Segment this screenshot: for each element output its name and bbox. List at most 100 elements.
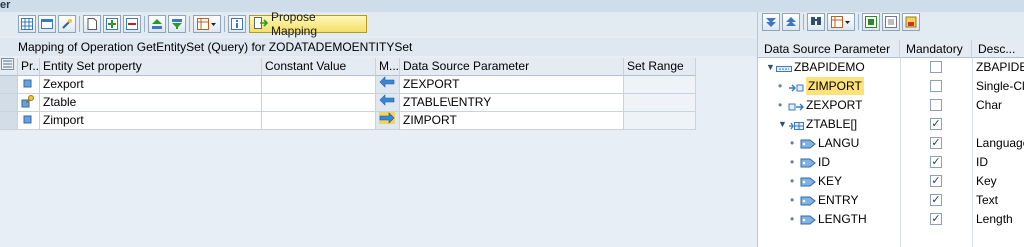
tree-row[interactable]: • ZEXPORT Char [758, 96, 1024, 114]
data-source-parameter-cell[interactable]: ZIMPORT [400, 112, 624, 130]
row-selector[interactable] [0, 94, 18, 112]
column-header-mandatory[interactable]: Mandatory [900, 40, 972, 58]
structure-icon [776, 58, 794, 76]
parameter-name[interactable]: LENGTH [818, 210, 867, 228]
tree-row[interactable]: • LANGU ✓ Language [758, 134, 1024, 152]
constant-value-cell[interactable] [262, 94, 376, 112]
mandatory-checkbox[interactable]: ✓ [930, 117, 942, 130]
data-source-header-row: Data Source Parameter Mandatory Desc... [758, 40, 1024, 58]
arrow-left-icon[interactable] [376, 76, 400, 94]
constant-value-cell[interactable] [262, 112, 376, 130]
mapping-panel: Propose Mapping Mapping of Operation Get… [0, 10, 757, 247]
set-range-cell[interactable] [624, 76, 696, 94]
data-source-panel: Data Source Parameter Mandatory Desc... … [757, 12, 1024, 247]
column-header-description[interactable]: Desc... [972, 40, 1024, 58]
row-selector[interactable] [0, 76, 18, 94]
data-source-parameter-cell[interactable]: ZEXPORT [400, 76, 624, 94]
tree-bullet-icon: • [790, 193, 795, 207]
data-source-toolbar [758, 12, 1024, 40]
mandatory-checkbox[interactable]: ✓ [930, 193, 942, 206]
mandatory-checkbox[interactable]: ✓ [930, 155, 942, 168]
select-all-icon[interactable] [0, 58, 18, 76]
propose-mapping-button[interactable]: Propose Mapping [249, 10, 367, 38]
mandatory-checkbox[interactable] [930, 60, 942, 73]
layout-icon[interactable] [193, 15, 221, 33]
tree-row[interactable]: ▼ ZBAPIDEMO ZBAPIDE [758, 58, 1024, 76]
toolbar-separator [803, 14, 804, 30]
table-header-row: Pr... Entity Set property Constant Value… [0, 58, 757, 76]
data-source-parameter-cell[interactable]: ZTABLE\ENTRY [400, 94, 624, 112]
new-document-icon[interactable] [83, 15, 101, 33]
parameter-name[interactable]: ZTABLE[] [806, 115, 857, 133]
column-header-constant-value[interactable]: Constant Value [262, 58, 376, 76]
field-icon [800, 134, 818, 152]
filter-icon[interactable] [168, 15, 186, 33]
tree-row[interactable]: ▼ ZTABLE[] ✓ [758, 115, 1024, 133]
find-icon[interactable] [807, 13, 825, 31]
tree-row[interactable]: • ENTRY ✓ Text [758, 191, 1024, 209]
entity-property-cell[interactable]: Zexport [40, 76, 262, 94]
tree-row[interactable]: • ZIMPORT Single-Cl [758, 77, 1024, 95]
parameter-name[interactable]: ENTRY [818, 191, 858, 209]
arrow-right-icon[interactable] [376, 112, 400, 130]
info-icon[interactable] [228, 15, 246, 33]
property-icon [18, 112, 40, 130]
expand-icon[interactable] [762, 13, 780, 31]
tree-row[interactable]: • LENGTH ✓ Length [758, 210, 1024, 228]
tree-row[interactable]: • KEY ✓ Key [758, 172, 1024, 190]
parameter-description: Single-Cl [976, 79, 1024, 93]
column-header-set-range[interactable]: Set Range [624, 58, 696, 76]
tree-bullet-icon: • [790, 155, 795, 169]
tree-bullet-icon: • [790, 212, 795, 226]
column-header-parameter[interactable]: Data Source Parameter [758, 40, 900, 58]
wizard-icon[interactable] [58, 15, 76, 33]
insert-row-icon[interactable] [103, 15, 121, 33]
parameter-name[interactable]: ZEXPORT [806, 96, 862, 114]
mandatory-cell [930, 96, 946, 114]
tree-bullet-icon: • [778, 98, 783, 112]
set-range-cell[interactable] [624, 94, 696, 112]
tree-row[interactable]: • ID ✓ ID [758, 153, 1024, 171]
set-range-cell[interactable] [624, 112, 696, 130]
toolbar-separator [189, 16, 190, 32]
expand-toggle-icon[interactable]: ▼ [766, 58, 776, 76]
mandatory-checkbox[interactable] [930, 98, 942, 111]
column-header-entity-property[interactable]: Entity Set property [40, 58, 262, 76]
collapse-icon[interactable] [782, 13, 800, 31]
mandatory-checkbox[interactable] [930, 79, 942, 92]
entity-property-cell[interactable]: Zimport [40, 112, 262, 130]
sort-ascending-icon[interactable] [148, 15, 166, 33]
mandatory-checkbox[interactable]: ✓ [930, 174, 942, 187]
grid-icon[interactable] [18, 15, 36, 33]
details-icon[interactable] [862, 13, 880, 31]
mandatory-cell: ✓ [930, 134, 946, 152]
export-icon[interactable] [902, 13, 920, 31]
mandatory-checkbox[interactable]: ✓ [930, 136, 942, 149]
table-row[interactable]: Zimport ZIMPORT [0, 112, 757, 130]
column-header-primary-key[interactable]: Pr... [18, 58, 40, 76]
table-view-icon[interactable] [38, 15, 56, 33]
parameter-name[interactable]: KEY [818, 172, 842, 190]
parameter-name[interactable]: ZIMPORT [806, 77, 864, 95]
mandatory-checkbox[interactable]: ✓ [930, 212, 942, 225]
table-row[interactable]: Ztable ZTABLE\ENTRY [0, 94, 757, 112]
layout-icon[interactable] [827, 13, 855, 31]
parameter-name[interactable]: LANGU [818, 134, 859, 152]
table-row[interactable]: Zexport ZEXPORT [0, 76, 757, 94]
constant-value-cell[interactable] [262, 76, 376, 94]
mandatory-cell: ✓ [930, 172, 946, 190]
toolbar-separator [224, 16, 225, 32]
parameter-name[interactable]: ZBAPIDEMO [794, 58, 865, 76]
parameter-description: Key [976, 174, 997, 188]
parameter-name[interactable]: ID [818, 153, 830, 171]
arrow-left-icon[interactable] [376, 94, 400, 112]
settings-icon[interactable] [882, 13, 900, 31]
tree-bullet-icon: • [778, 79, 783, 93]
row-selector[interactable] [0, 112, 18, 130]
column-header-data-source-parameter[interactable]: Data Source Parameter [400, 58, 624, 76]
delete-row-icon[interactable] [123, 15, 141, 33]
entity-property-cell[interactable]: Ztable [40, 94, 262, 112]
parameter-description [976, 115, 1024, 133]
column-header-mapping[interactable]: M... [376, 58, 400, 76]
expand-toggle-icon[interactable]: ▼ [778, 115, 788, 133]
